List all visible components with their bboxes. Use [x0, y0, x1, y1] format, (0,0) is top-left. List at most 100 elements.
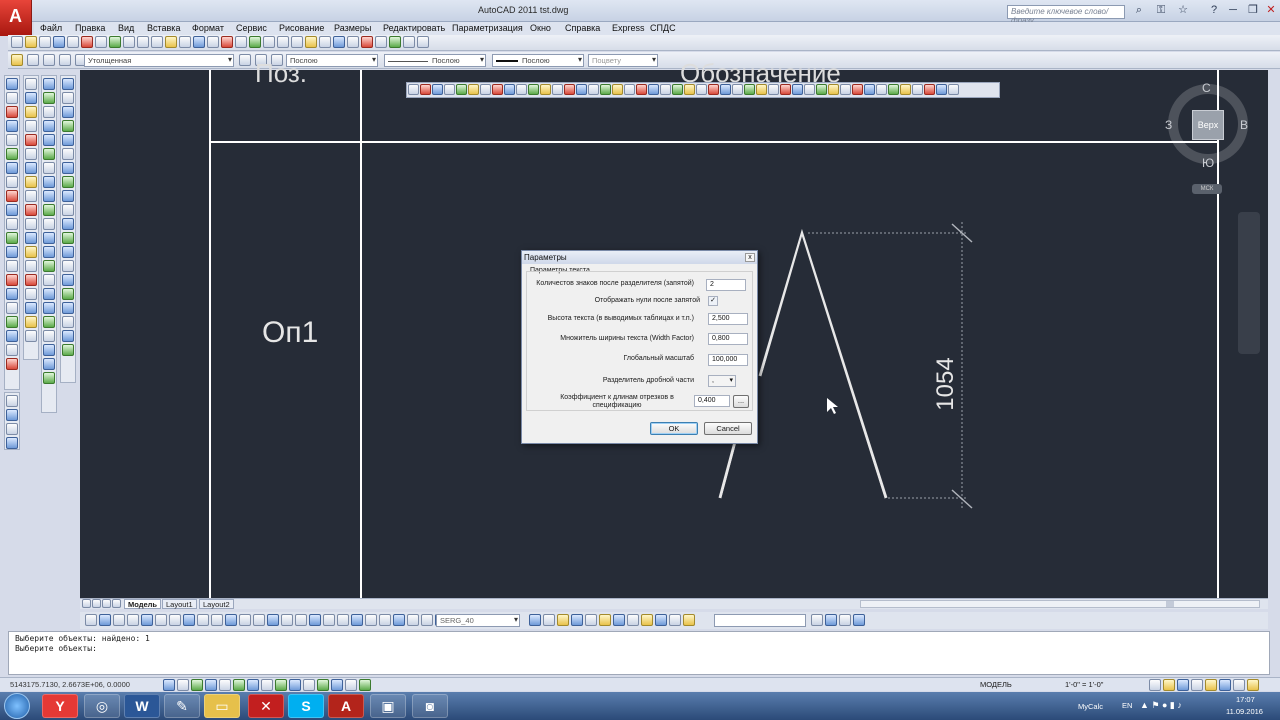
next-tab-icon[interactable] [102, 599, 111, 608]
draw-order-icon[interactable] [599, 614, 611, 626]
trailing-zeros-checkbox[interactable]: ✓ [708, 296, 718, 306]
toolbar-tool-icon[interactable] [123, 36, 135, 48]
dim-tool-icon[interactable] [379, 614, 391, 626]
dialog-close-button[interactable]: x [745, 253, 755, 262]
toolbar-tool-icon[interactable] [375, 36, 387, 48]
spds-tool-icon[interactable] [43, 218, 55, 230]
spds-float-icon[interactable] [587, 84, 599, 95]
spds-float-icon[interactable] [767, 84, 779, 95]
dim-tool-icon[interactable] [141, 614, 153, 626]
spds-float-icon[interactable] [923, 84, 935, 95]
spds-float-icon[interactable] [755, 84, 767, 95]
pen-icon[interactable]: ✎ [164, 694, 200, 718]
search-icon[interactable]: ⌕ [1128, 3, 1150, 18]
menu-item[interactable]: Express [612, 23, 645, 33]
spds-mark-icon[interactable] [62, 344, 74, 356]
menu-item[interactable]: Вставка [147, 23, 180, 33]
draw-order-icon[interactable] [641, 614, 653, 626]
modify-tool-icon[interactable] [25, 232, 37, 244]
draw-tool-icon[interactable] [6, 78, 18, 90]
draw-order-icon[interactable] [669, 614, 681, 626]
tab-layout1[interactable]: Layout1 [162, 599, 197, 609]
skype-icon[interactable]: S [288, 694, 324, 718]
status-tray-icon[interactable] [1191, 679, 1203, 691]
drafting-toggle-icon[interactable] [359, 679, 371, 691]
menu-item[interactable]: Рисование [279, 23, 324, 33]
modify-tool-icon[interactable] [25, 106, 37, 118]
spds-float-icon[interactable] [719, 84, 731, 95]
spds-float-icon[interactable] [935, 84, 947, 95]
spds-mark-icon[interactable] [62, 204, 74, 216]
status-tray-icon[interactable] [1233, 679, 1245, 691]
draw-tool-icon[interactable] [6, 176, 18, 188]
dim-tool-icon[interactable] [85, 614, 97, 626]
spds-float-icon[interactable] [911, 84, 923, 95]
start-button[interactable] [4, 693, 30, 719]
menu-item[interactable]: Правка [75, 23, 105, 33]
draw-order-icon[interactable] [585, 614, 597, 626]
drafting-toggle-icon[interactable] [317, 679, 329, 691]
layer-previous-icon[interactable] [239, 54, 251, 66]
spds-float-icon[interactable] [623, 84, 635, 95]
draw-tool-icon[interactable] [6, 302, 18, 314]
spds-float-icon[interactable] [503, 84, 515, 95]
drafting-toggle-icon[interactable] [275, 679, 287, 691]
spds-float-icon[interactable] [707, 84, 719, 95]
dim-tool-icon[interactable] [99, 614, 111, 626]
menu-item[interactable]: Редактировать [383, 23, 445, 33]
spds-float-icon[interactable] [443, 84, 455, 95]
spds-mark-icon[interactable] [62, 148, 74, 160]
toolbar-tool-icon[interactable] [95, 36, 107, 48]
properties-icon[interactable] [839, 614, 851, 626]
status-tray-icon[interactable] [1163, 679, 1175, 691]
draw-tool-icon[interactable] [6, 204, 18, 216]
dota-icon[interactable]: ✕ [248, 694, 284, 718]
word-icon[interactable]: W [124, 694, 160, 718]
viewcube-top-face[interactable]: Верх [1192, 110, 1224, 140]
dim-tool-icon[interactable] [421, 614, 433, 626]
camera-icon[interactable]: ◙ [412, 694, 448, 718]
model-space-toggle[interactable]: МОДЕЛЬ [980, 680, 1012, 689]
dim-tool-icon[interactable] [365, 614, 377, 626]
spds-float-icon[interactable] [515, 84, 527, 95]
dim-tool-icon[interactable] [407, 614, 419, 626]
first-tab-icon[interactable] [82, 599, 91, 608]
clock-date[interactable]: 11.09.2016 [1226, 707, 1263, 716]
dim-tool-icon[interactable] [253, 614, 265, 626]
draw-tool-icon[interactable] [6, 162, 18, 174]
lock-icon[interactable] [59, 54, 71, 66]
drafting-toggle-icon[interactable] [163, 679, 175, 691]
spds-mark-icon[interactable] [62, 260, 74, 272]
spds-tool-icon[interactable] [43, 190, 55, 202]
spds-mark-icon[interactable] [62, 288, 74, 300]
spds-float-icon[interactable] [947, 84, 959, 95]
toolbar-tool-icon[interactable] [347, 36, 359, 48]
toolbar-tool-icon[interactable] [25, 36, 37, 48]
draw-tool-icon[interactable] [6, 106, 18, 118]
network-icon[interactable]: ◎ [84, 694, 120, 718]
menu-item[interactable]: Файл [40, 23, 62, 33]
spds-mark-icon[interactable] [62, 330, 74, 342]
draw-tool-icon[interactable] [6, 134, 18, 146]
toolbar-tool-icon[interactable] [67, 36, 79, 48]
spds-tool-icon[interactable] [43, 260, 55, 272]
status-tray-icon[interactable] [1205, 679, 1217, 691]
coordinates-readout[interactable]: 5143175.7130, 2.6673E+06, 0.0000 [10, 680, 130, 689]
length-coef-input[interactable]: 0,400 [694, 395, 730, 407]
spds-tool-icon[interactable] [43, 372, 55, 384]
dim-tool-icon[interactable] [267, 614, 279, 626]
spds-float-icon[interactable] [779, 84, 791, 95]
draw-tool-icon[interactable] [6, 246, 18, 258]
ok-button[interactable]: OK [650, 422, 698, 435]
spds-tool-icon[interactable] [43, 134, 55, 146]
spds-mark-icon[interactable] [62, 176, 74, 188]
draw-order-icon[interactable] [613, 614, 625, 626]
dim-tool-icon[interactable] [113, 614, 125, 626]
draw-tool-icon[interactable] [6, 260, 18, 272]
spds-float-icon[interactable] [527, 84, 539, 95]
draw-order-icon[interactable] [529, 614, 541, 626]
draw-order-icon[interactable] [655, 614, 667, 626]
toolbar-tool-icon[interactable] [151, 36, 163, 48]
spds-float-icon[interactable] [467, 84, 479, 95]
close-icon[interactable]: ✕ [1260, 3, 1280, 18]
